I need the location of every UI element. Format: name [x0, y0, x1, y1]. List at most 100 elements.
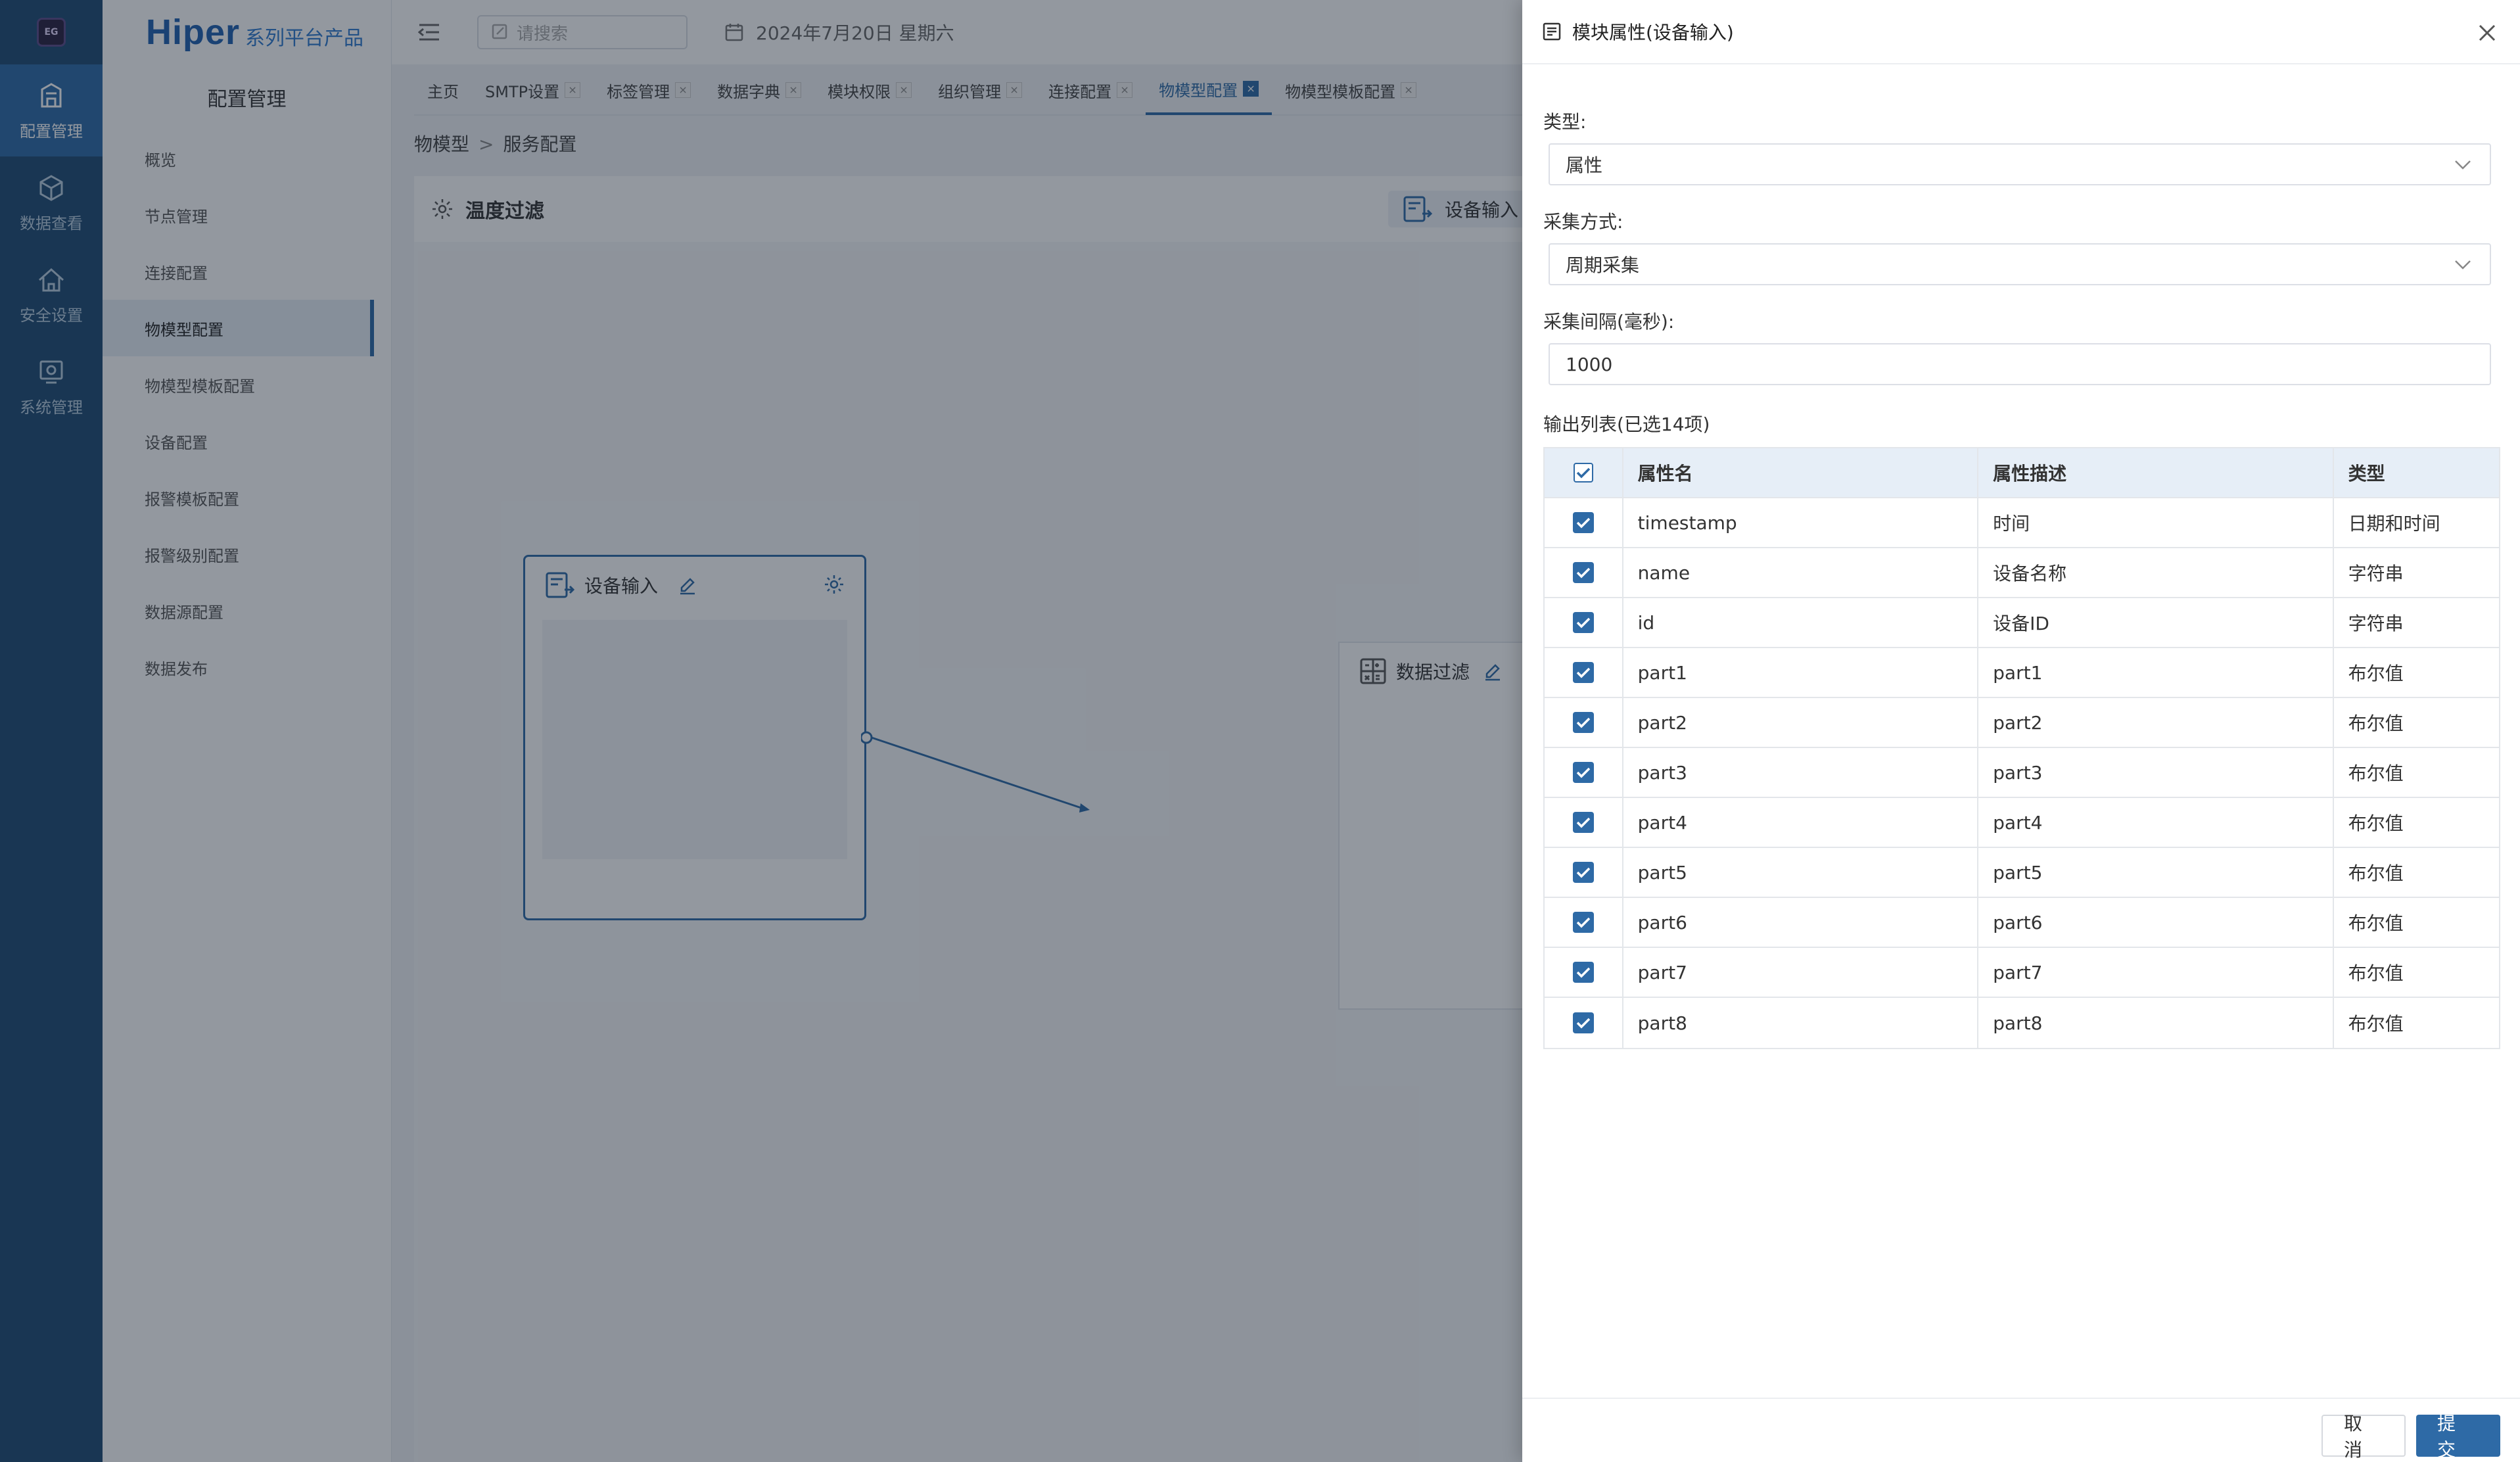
type-value: 属性 [1566, 154, 1603, 176]
cell-attr-name: part4 [1623, 798, 1979, 847]
row-check-cell [1545, 848, 1623, 897]
cell-attr-name: part1 [1623, 648, 1979, 697]
cell-attr-desc: 时间 [1978, 498, 2334, 547]
check-icon [1576, 917, 1591, 928]
table-row[interactable]: part8 part8 布尔值 [1545, 998, 2499, 1048]
row-checkbox[interactable] [1572, 712, 1594, 733]
table-row[interactable]: timestamp 时间 日期和时间 [1545, 498, 2499, 548]
column-header-type: 类型 [2348, 463, 2385, 484]
cell-attr-type: 布尔值 [2348, 962, 2404, 984]
table-row[interactable]: part1 part1 布尔值 [1545, 648, 2499, 698]
modal-overlay[interactable] [0, 0, 1522, 1462]
cell-attr-type: 布尔值 [2348, 862, 2404, 884]
row-checkbox[interactable] [1572, 912, 1594, 933]
check-icon [1576, 517, 1591, 529]
table-row[interactable]: part7 part7 布尔值 [1545, 948, 2499, 998]
row-checkbox[interactable] [1572, 762, 1594, 783]
table-row[interactable]: part4 part4 布尔值 [1545, 798, 2499, 848]
type-select[interactable]: 属性 [1549, 143, 2491, 185]
table-header-row: 属性名 属性描述 类型 [1545, 448, 2499, 498]
output-list-label: 输出列表(已选14项) [1543, 413, 1710, 435]
chevron-down-icon [2455, 260, 2471, 270]
row-check-cell [1545, 548, 1623, 597]
type-label: 类型: [1543, 111, 1587, 133]
cell-attr-desc: part6 [1978, 898, 2334, 947]
row-check-cell [1545, 698, 1623, 747]
interval-value: 1000 [1566, 353, 1613, 375]
cell-attr-desc: part7 [1978, 948, 2334, 997]
cell-attr-desc: part3 [1978, 748, 2334, 797]
cell-attr-type: 字符串 [2348, 563, 2404, 584]
cell-attr-type: 布尔值 [2348, 663, 2404, 684]
drawer-title: 模块属性(设备输入) [1572, 22, 1734, 43]
row-checkbox[interactable] [1572, 812, 1594, 833]
column-header-name: 属性名 [1623, 448, 1979, 497]
row-checkbox[interactable] [1572, 662, 1594, 683]
drawer-header: 模块属性(设备输入) [1522, 0, 2520, 64]
row-check-cell [1545, 748, 1623, 797]
check-icon [1576, 717, 1591, 728]
cancel-button[interactable]: 取消 [2322, 1413, 2406, 1461]
cell-attr-desc: 设备ID [1978, 598, 2334, 647]
cell-attr-type: 布尔值 [2348, 763, 2404, 784]
cell-attr-name: id [1623, 598, 1979, 647]
collect-mode-value: 周期采集 [1566, 254, 1640, 276]
cell-attr-desc: part8 [1978, 998, 2334, 1048]
table-row[interactable]: part2 part2 布尔值 [1545, 698, 2499, 748]
row-check-cell [1545, 898, 1623, 947]
row-check-cell [1545, 798, 1623, 847]
row-checkbox[interactable] [1572, 512, 1594, 533]
select-all-cell [1545, 448, 1623, 497]
submit-button[interactable]: 提交 [2416, 1413, 2500, 1461]
check-icon [1576, 817, 1591, 828]
row-check-cell [1545, 948, 1623, 997]
check-icon [1576, 867, 1591, 878]
table-row[interactable]: id 设备ID 字符串 [1545, 598, 2499, 648]
cell-attr-name: part8 [1623, 998, 1979, 1048]
close-button[interactable] [2474, 20, 2500, 46]
row-check-cell [1545, 998, 1623, 1048]
check-icon [1576, 467, 1591, 479]
interval-label: 采集间隔(毫秒): [1543, 311, 1675, 333]
row-checkbox[interactable] [1572, 962, 1594, 983]
output-table: 属性名 属性描述 类型 timestamp 时间 日期和时间 name 设备名称 字符串 i… [1543, 447, 2500, 1049]
check-icon [1576, 667, 1591, 678]
table-body: timestamp 时间 日期和时间 name 设备名称 字符串 id 设备ID 字符串 part… [1545, 498, 2499, 1048]
cell-attr-desc: part2 [1978, 698, 2334, 747]
row-checkbox[interactable] [1572, 612, 1594, 633]
table-row[interactable]: part3 part3 布尔值 [1545, 748, 2499, 798]
cell-attr-desc: 设备名称 [1978, 548, 2334, 597]
cell-attr-type: 布尔值 [2348, 813, 2404, 834]
cell-attr-desc: part4 [1978, 798, 2334, 847]
cell-attr-type: 布尔值 [2348, 912, 2404, 934]
close-icon [2479, 24, 2496, 41]
chevron-down-icon [2455, 160, 2471, 170]
row-checkbox[interactable] [1572, 562, 1594, 583]
table-row[interactable]: name 设备名称 字符串 [1545, 548, 2499, 598]
row-checkbox[interactable] [1572, 862, 1594, 883]
check-icon [1576, 767, 1591, 778]
row-check-cell [1545, 498, 1623, 547]
collect-mode-select[interactable]: 周期采集 [1549, 243, 2491, 285]
row-checkbox[interactable] [1572, 1012, 1594, 1033]
cell-attr-name: timestamp [1623, 498, 1979, 547]
cell-attr-name: part2 [1623, 698, 1979, 747]
check-icon [1576, 967, 1591, 978]
cell-attr-name: name [1623, 548, 1979, 597]
check-icon [1576, 617, 1591, 628]
cell-attr-desc: part1 [1978, 648, 2334, 697]
cell-attr-name: part7 [1623, 948, 1979, 997]
table-row[interactable]: part6 part6 布尔值 [1545, 898, 2499, 948]
cell-attr-name: part5 [1623, 848, 1979, 897]
interval-input[interactable]: 1000 [1549, 343, 2491, 385]
select-all-checkbox[interactable] [1573, 463, 1593, 483]
collect-mode-label: 采集方式: [1543, 211, 1623, 233]
cell-attr-type: 字符串 [2348, 613, 2404, 634]
cell-attr-desc: part5 [1978, 848, 2334, 897]
form-icon [1543, 22, 1561, 41]
table-row[interactable]: part5 part5 布尔值 [1545, 848, 2499, 898]
cell-attr-name: part6 [1623, 898, 1979, 947]
check-icon [1576, 567, 1591, 578]
check-icon [1576, 1018, 1591, 1029]
row-check-cell [1545, 648, 1623, 697]
